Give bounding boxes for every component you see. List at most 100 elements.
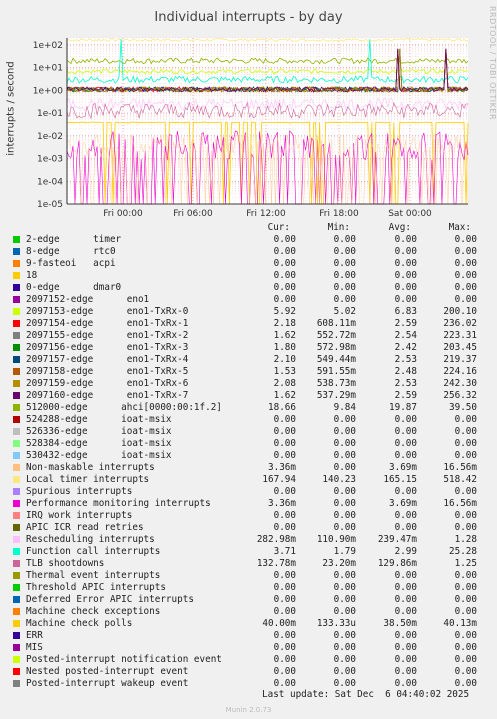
x-tick-label: Fri 06:00 [173,209,213,219]
legend-value-max: 0.00 [454,522,477,533]
legend-value-min: 0.00 [333,234,356,245]
legend-value-cur: 282.98m [256,534,296,545]
legend-value-min: 140.23 [322,474,356,485]
legend-value-max: 0.00 [454,270,477,281]
legend-value-max: 0.00 [454,426,477,437]
legend-value-max: 0.00 [454,438,477,449]
legend-row: Posted-interrupt notification event 0.00 0… [0,654,497,666]
legend-value-max: 0.00 [454,486,477,497]
legend-value-cur: 0.00 [273,654,296,665]
legend-value-max: 0.00 [454,570,477,581]
legend-row: Function call interrupts 3.71 1.79 2.99 25.2… [0,546,497,558]
legend-value-avg: 2.53 [394,378,417,389]
legend-value-max: 0.00 [454,642,477,653]
legend-value-cur: 0.00 [273,258,296,269]
legend-series-name: Function call interrupts [26,546,161,557]
legend-series-name: Posted-interrupt wakeup event [26,678,189,689]
legend-swatch [13,524,20,531]
legend-value-avg: 19.87 [389,402,417,413]
legend-row: Thermal event interrupts 0.00 0.00 0.00 0.00 [0,570,497,582]
legend-series-name: 528384-edge ioat-msix [26,438,172,449]
legend-value-avg: 0.00 [394,582,417,593]
munin-version: Munin 2.0.73 [225,706,272,714]
legend-value-min: 110.90m [316,534,356,545]
legend-row: 2097157-edge eno1-TxRx-4 2.10 549.44m 2.53 2… [0,354,497,366]
legend-value-avg: 2.99 [394,546,417,557]
legend-swatch [13,368,20,375]
legend-row: Performance monitoring interrupts 3.36m 0.… [0,498,497,510]
legend-swatch [13,572,20,579]
legend-series-name: ERR [26,630,43,641]
y-tick-label: 1e+02 [33,41,63,51]
legend-value-avg: 2.53 [394,354,417,365]
legend-value-max: 39.50 [449,402,477,413]
legend-swatch [13,620,20,627]
legend-value-min: 0.00 [333,654,356,665]
legend-value-max: 242.30 [443,378,477,389]
legend-value-avg: 38.50m [383,618,417,629]
legend-series-name: MIS [26,642,43,653]
legend-row: 524288-edge ioat-msix 0.00 0.00 0.00 0.00 [0,414,497,426]
legend-value-avg: 0.00 [394,270,417,281]
legend-value-avg: 2.59 [394,390,417,401]
legend-value-min: 0.00 [333,606,356,617]
legend-column-header: Max: [448,222,471,233]
legend-value-min: 0.00 [333,426,356,437]
legend-value-max: 0.00 [454,282,477,293]
legend-value-avg: 3.69m [389,462,417,473]
legend-value-max: 1.25 [454,558,477,569]
legend-value-avg: 0.00 [394,414,417,425]
legend-value-min: 0.00 [333,594,356,605]
legend-series-name: 2097155-edge eno1-TxRx-2 [26,330,189,341]
legend-row: 512000-edge ahci[0000:00:1f.2] 18.66 9.84 1… [0,402,497,414]
legend-value-cur: 0.00 [273,666,296,677]
legend-value-min: 0.00 [333,282,356,293]
legend-value-min: 572.98m [316,342,356,353]
legend-swatch [13,332,20,339]
legend-value-min: 0.00 [333,510,356,521]
legend-value-avg: 0.00 [394,630,417,641]
legend-row: IRQ work interrupts 0.00 0.00 0.00 0.00 [0,510,497,522]
legend-row: 2-edge timer 0.00 0.00 0.00 0.00 [0,234,497,246]
legend-row: Rescheduling interrupts 282.98m 110.90m 239… [0,534,497,546]
legend-swatch [13,308,20,315]
legend-swatch [13,284,20,291]
legend-row: Machine check polls 40.00m 133.33u 38.50m 40… [0,618,497,630]
legend-value-min: 0.00 [333,438,356,449]
legend-series-name: 512000-edge ahci[0000:00:1f.2] [26,402,222,413]
legend-value-max: 25.28 [449,546,477,557]
legend-series-name: 2097156-edge eno1-TxRx-3 [26,342,189,353]
chart-plot: Fri 00:00 Fri 06:00 Fri 12:00 Fri 18:00 Sat … [33,37,469,219]
legend-swatch [13,440,20,447]
last-update: Last update: Sat Dec 6 04:40:02 2025 [262,689,470,700]
legend-value-min: 549.44m [316,354,356,365]
y-tick-label: 1e+01 [33,64,63,74]
legend-value-cur: 1.53 [273,366,296,377]
x-tick-label: Fri 12:00 [246,209,286,219]
legend-value-avg: 0.00 [394,486,417,497]
legend-value-min: 9.84 [333,402,356,413]
legend-value-cur: 0.00 [273,294,296,305]
legend-row: 2097159-edge eno1-TxRx-6 2.08 538.73m 2.53 2… [0,378,497,390]
legend-series-name: 530432-edge ioat-msix [26,450,172,461]
plot-area [67,38,468,204]
legend-row: Nested posted-interrupt event 0.00 0.00 0.0… [0,666,497,678]
legend-value-avg: 0.00 [394,282,417,293]
legend-swatch [13,380,20,387]
legend-value-avg: 0.00 [394,438,417,449]
legend-row: Threshold APIC interrupts 0.00 0.00 0.00 0.0… [0,582,497,594]
legend-row: 2097152-edge eno1 0.00 0.00 0.00 0.00 [0,294,497,306]
legend-swatch [13,452,20,459]
legend-value-avg: 165.15 [383,474,417,485]
legend-row: 18 0.00 0.00 0.00 0.00 [0,270,497,282]
y-tick-label: 1e-02 [37,132,63,142]
legend-row: 8-edge rtc0 0.00 0.00 0.00 0.00 [0,246,497,258]
legend-value-cur: 0.00 [273,582,296,593]
legend-value-cur: 0.00 [273,450,296,461]
legend-series-name: 2097157-edge eno1-TxRx-4 [26,354,189,365]
legend-value-avg: 2.59 [394,318,417,329]
legend-value-avg: 0.00 [394,642,417,653]
legend-swatch [13,668,20,675]
legend-row: TLB shootdowns 132.78m 23.20m 129.86m 1.25 [0,558,497,570]
legend-value-min: 0.00 [333,270,356,281]
